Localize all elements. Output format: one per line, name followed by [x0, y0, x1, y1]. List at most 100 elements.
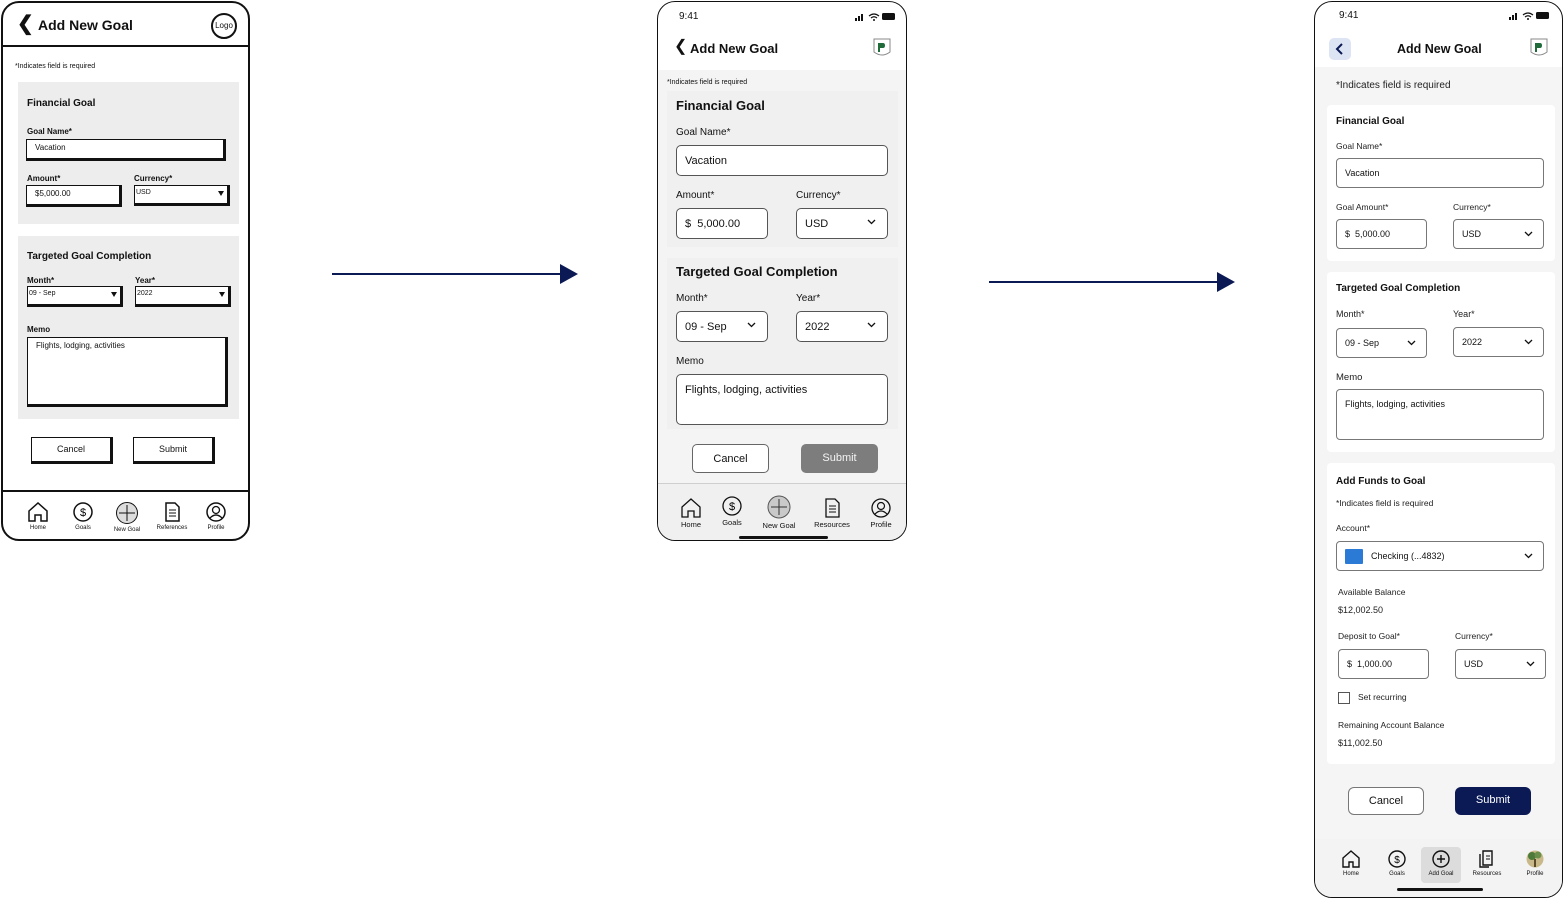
plus-circle-icon: [1432, 850, 1450, 868]
back-icon[interactable]: ❮: [17, 14, 34, 34]
year-select[interactable]: 2022: [796, 311, 888, 342]
month-select[interactable]: 09 - Sep: [1336, 328, 1427, 358]
month-value: 09 - Sep: [29, 290, 56, 297]
financial-goal-card: Financial Goal Goal Name* Vacation Amoun…: [18, 82, 239, 224]
remaining-balance-label: Remaining Account Balance: [1338, 720, 1445, 730]
chevron-down-icon: [1524, 231, 1533, 237]
plus-circle-icon: [116, 502, 138, 524]
nav-profile[interactable]: Profile: [194, 502, 238, 531]
currency-select[interactable]: USD: [134, 185, 230, 206]
status-time: 9:41: [1339, 10, 1359, 21]
card-title: Financial Goal: [27, 98, 96, 109]
logo: Logo: [211, 13, 237, 39]
currency-label: Currency*: [796, 190, 841, 201]
svg-text:$: $: [1394, 855, 1400, 866]
nav-add-goal[interactable]: Add Goal: [1421, 847, 1461, 883]
page-title: Add New Goal: [690, 41, 779, 56]
year-select[interactable]: 2022: [135, 286, 231, 307]
nav-home[interactable]: Home: [1331, 847, 1371, 883]
month-select[interactable]: 09 - Sep: [27, 286, 123, 307]
target-card: Targeted Goal Completion Month* 09 - Sep…: [667, 258, 898, 429]
submit-button[interactable]: Submit: [801, 444, 878, 473]
nav-references[interactable]: References: [150, 502, 194, 531]
required-note: *Indicates field is required: [667, 79, 748, 86]
target-card: Targeted Goal Completion Month* 09 - Sep…: [1327, 272, 1555, 452]
financial-goal-card: Financial Goal Goal Name* Vacation Amoun…: [667, 91, 898, 247]
available-balance-label: Available Balance: [1338, 587, 1406, 597]
nav-profile[interactable]: Profile: [1515, 847, 1555, 883]
recurring-checkbox[interactable]: [1338, 692, 1350, 704]
profile-icon: [871, 498, 891, 518]
flow-arrow-icon: [332, 264, 578, 284]
submit-button[interactable]: Submit: [1455, 787, 1531, 815]
home-icon: [28, 502, 48, 522]
month-label: Month*: [27, 276, 55, 285]
nav-new-goal[interactable]: New Goal: [751, 495, 807, 530]
nav-goals[interactable]: $ Goals: [1377, 847, 1417, 883]
chevron-down-icon: [1526, 661, 1535, 667]
deposit-input[interactable]: $ 1,000.00: [1338, 649, 1429, 679]
deposit-currency-select[interactable]: USD: [1455, 649, 1546, 679]
currency-select[interactable]: USD: [796, 208, 888, 239]
goal-name-input[interactable]: Vacation: [26, 139, 226, 161]
nav-goals[interactable]: $ Goals: [61, 502, 105, 531]
month-select[interactable]: 09 - Sep: [676, 311, 768, 342]
financial-goal-card: Financial Goal Goal Name* Vacation Goal …: [1327, 105, 1555, 261]
header: ❮ Add New Goal Logo: [3, 3, 248, 47]
cancel-button[interactable]: Cancel: [1348, 787, 1424, 815]
goal-name-input[interactable]: Vacation: [1336, 158, 1544, 188]
chevron-down-icon: [1524, 553, 1533, 559]
goal-name-label: Goal Name*: [1336, 141, 1383, 151]
chevron-down-icon: [747, 322, 756, 328]
card-title: Targeted Goal Completion: [676, 264, 838, 279]
year-value: 2022: [137, 290, 153, 297]
hifi-screen: 9:41 Add New Goal *Indicates field is re…: [1314, 1, 1563, 898]
card-title: Add Funds to Goal: [1336, 476, 1426, 487]
chevron-down-icon: [867, 219, 876, 225]
month-label: Month*: [1336, 309, 1365, 319]
memo-input[interactable]: Flights, lodging, activities: [1336, 389, 1544, 440]
currency-select[interactable]: USD: [1453, 219, 1544, 249]
dollar-icon: $: [1388, 850, 1406, 868]
year-label: Year*: [135, 276, 156, 285]
nav-profile[interactable]: Profile: [853, 498, 906, 529]
account-select[interactable]: Checking (...4832): [1336, 541, 1544, 571]
amount-input[interactable]: $ 5,000.00: [1336, 219, 1427, 249]
profile-icon: [206, 502, 226, 522]
year-select[interactable]: 2022: [1453, 327, 1544, 357]
plus-circle-icon: [767, 495, 791, 519]
amount-label: Goal Amount*: [1336, 202, 1389, 212]
status-icons: [855, 13, 895, 21]
currency-value: USD: [136, 189, 151, 196]
nav-resources[interactable]: Resources: [804, 498, 860, 529]
card-brand-icon: [1345, 548, 1363, 564]
card-title: Financial Goal: [1336, 116, 1405, 127]
amount-input[interactable]: $5,000.00: [26, 185, 122, 207]
cancel-button[interactable]: Cancel: [692, 444, 769, 473]
cancel-button[interactable]: Cancel: [31, 437, 113, 464]
currency-label: Currency*: [134, 174, 173, 183]
card-title: Targeted Goal Completion: [27, 251, 152, 262]
back-button[interactable]: [1329, 38, 1351, 60]
wireframe-screen: ❮ Add New Goal Logo *Indicates field is …: [1, 1, 250, 541]
nav-new-goal[interactable]: New Goal: [105, 502, 149, 533]
documents-icon: [1479, 850, 1493, 868]
avatar: [1526, 850, 1544, 868]
back-icon[interactable]: ❮: [674, 39, 687, 55]
nav-resources[interactable]: Resources: [1467, 847, 1507, 883]
dropdown-arrow-icon: [218, 191, 224, 196]
nav-home[interactable]: Home: [16, 502, 60, 531]
deposit-currency-label: Currency*: [1455, 631, 1493, 641]
submit-button[interactable]: Submit: [133, 437, 215, 464]
brand-logo-icon: [1530, 38, 1548, 56]
status-icons: [1509, 12, 1549, 20]
goal-name-input[interactable]: Vacation: [676, 145, 888, 176]
chevron-left-icon: [1335, 43, 1343, 55]
amount-input[interactable]: $ 5,000.00: [676, 208, 768, 239]
chevron-down-icon: [1407, 340, 1416, 346]
dollar-icon: $: [722, 496, 742, 516]
memo-input[interactable]: Flights, lodging, activities: [676, 374, 888, 425]
memo-input[interactable]: Flights, lodging, activities: [27, 337, 228, 407]
bottom-nav: Home $ Goals New Goal References Profile: [3, 490, 248, 539]
target-card: Targeted Goal Completion Month* 09 - Sep…: [18, 236, 239, 419]
